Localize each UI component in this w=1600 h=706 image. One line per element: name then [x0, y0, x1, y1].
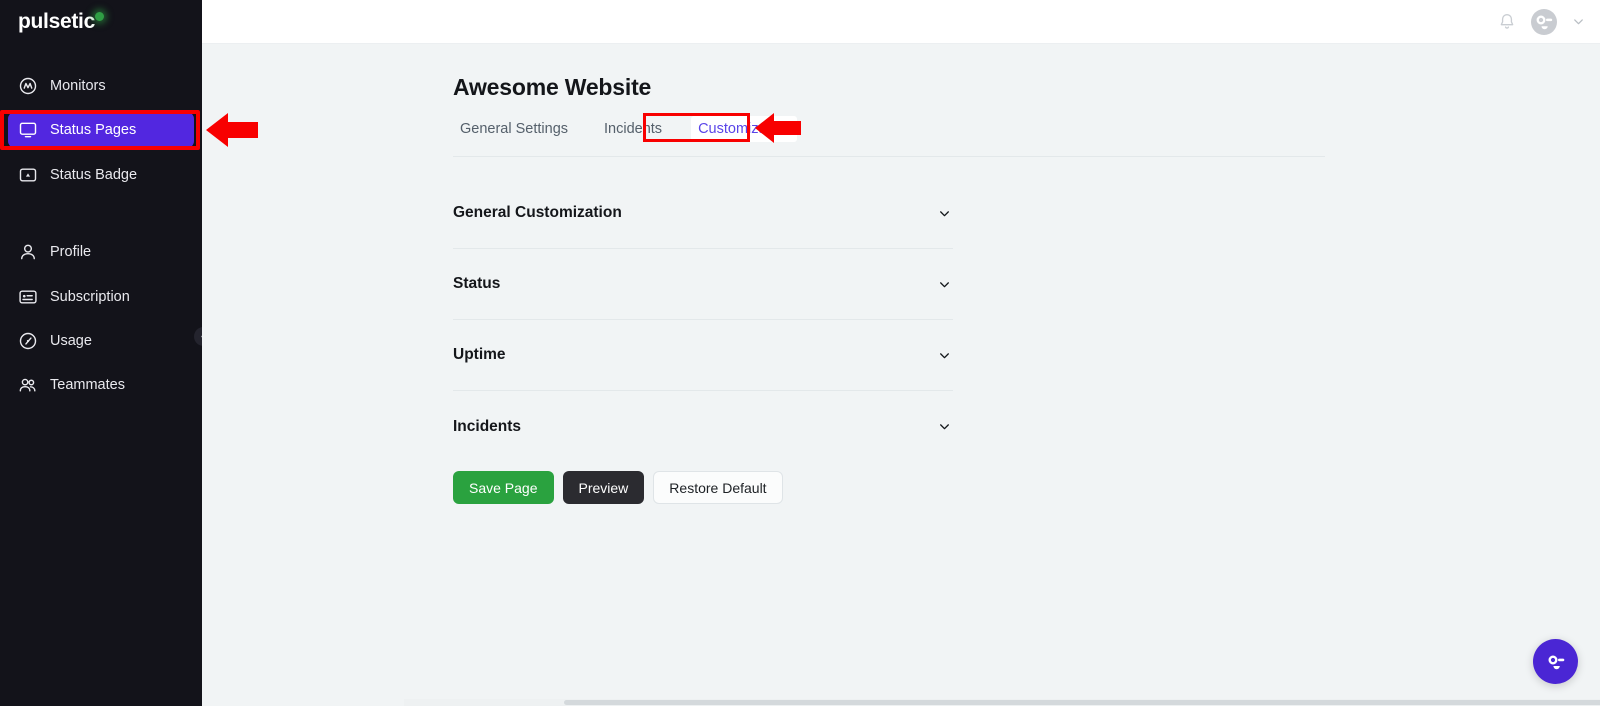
- sidebar-item-subscription[interactable]: Subscription: [8, 279, 194, 315]
- sidebar-item-label: Subscription: [50, 289, 130, 305]
- sidebar-item-profile[interactable]: Profile: [8, 234, 194, 270]
- sidebar-item-status-pages[interactable]: Status Pages: [8, 112, 194, 148]
- tab-bar: General Settings Incidents Customization: [453, 116, 797, 142]
- chat-face-icon: [1547, 654, 1564, 669]
- bell-icon[interactable]: [1497, 12, 1517, 32]
- customization-accordion-list: General Customization Status Uptime Inci…: [453, 178, 953, 462]
- brand-status-dot-icon: [95, 12, 104, 21]
- restore-default-button[interactable]: Restore Default: [653, 471, 783, 504]
- sidebar-item-teammates[interactable]: Teammates: [8, 367, 194, 403]
- status-badge-icon: [17, 165, 38, 186]
- sidebar-item-label: Status Pages: [50, 122, 137, 138]
- chevron-down-icon: [938, 349, 951, 362]
- sidebar-item-label: Usage: [50, 333, 92, 349]
- profile-icon: [17, 242, 38, 263]
- sidebar: pulsetic Monitors Status Pages Status Ba…: [0, 0, 202, 706]
- sidebar-item-label: Status Badge: [50, 167, 138, 183]
- sidebar-item-status-badge[interactable]: Status Badge: [8, 157, 194, 193]
- accordion-uptime[interactable]: Uptime: [453, 320, 953, 391]
- chevron-down-icon: [938, 207, 951, 220]
- save-page-button[interactable]: Save Page: [453, 471, 554, 504]
- accordion-status[interactable]: Status: [453, 249, 953, 320]
- chat-support-button[interactable]: [1533, 639, 1578, 684]
- usage-icon: [17, 331, 38, 352]
- annotation-arrow-status-pages: [206, 113, 258, 147]
- horizontal-scrollbar[interactable]: [404, 699, 1600, 706]
- brand-name: pulsetic: [18, 10, 95, 33]
- header-actions: [1497, 0, 1586, 44]
- annotation-arrow-customization: [755, 113, 801, 143]
- teammates-icon: [17, 375, 38, 396]
- accordion-incidents[interactable]: Incidents: [453, 391, 953, 462]
- sidebar-item-label: Monitors: [50, 78, 106, 94]
- account-chevron-down-icon[interactable]: [1571, 14, 1586, 31]
- accordion-label: Status: [453, 275, 501, 292]
- tab-general-settings[interactable]: General Settings: [453, 116, 575, 142]
- accordion-label: General Customization: [453, 204, 622, 221]
- tab-incidents[interactable]: Incidents: [597, 116, 669, 142]
- subscription-icon: [17, 287, 38, 308]
- monitors-icon: [17, 76, 38, 97]
- horizontal-scrollbar-thumb[interactable]: [564, 700, 1600, 705]
- main-content: Awesome Website General Settings Inciden…: [202, 44, 1600, 706]
- chevron-down-icon: [938, 278, 951, 291]
- avatar-face-icon: [1536, 15, 1553, 30]
- tab-bar-divider: [453, 156, 1325, 157]
- brand-logo[interactable]: pulsetic: [18, 10, 104, 34]
- avatar[interactable]: [1531, 9, 1557, 35]
- preview-button[interactable]: Preview: [562, 471, 645, 504]
- chevron-down-icon: [938, 420, 951, 433]
- accordion-label: Uptime: [453, 346, 506, 363]
- page-title: Awesome Website: [453, 74, 652, 100]
- status-pages-icon: [17, 120, 38, 141]
- sidebar-item-label: Profile: [50, 244, 92, 260]
- accordion-general-customization[interactable]: General Customization: [453, 178, 953, 249]
- top-header: [202, 0, 1600, 44]
- action-button-row: Save Page Preview Restore Default: [453, 471, 783, 504]
- sidebar-item-label: Teammates: [50, 377, 125, 393]
- sidebar-item-monitors[interactable]: Monitors: [8, 68, 194, 104]
- app-root: pulsetic Monitors Status Pages Status Ba…: [0, 0, 1600, 706]
- sidebar-item-usage[interactable]: Usage: [8, 323, 194, 359]
- accordion-label: Incidents: [453, 417, 522, 435]
